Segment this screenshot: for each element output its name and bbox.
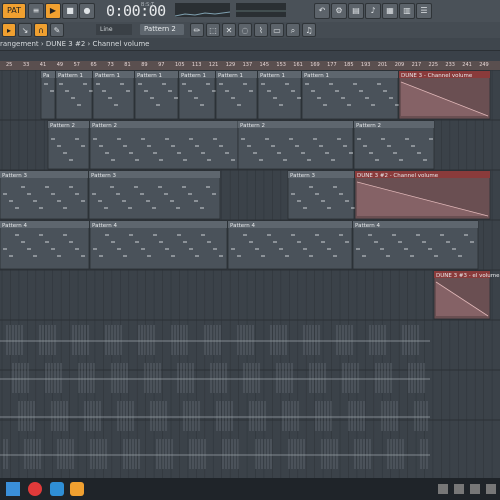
draw-tool-icon[interactable]: ✏: [190, 23, 204, 37]
ruler-mark: 33: [22, 62, 30, 68]
ruler-mark: 177: [327, 62, 337, 68]
playlist-toolbar: ▸ ↘ ∩ ✎ Line Pattern 2 ✏ ⬚ ✕ ◌ ⌇ ▭ ⌕ ♫: [0, 22, 500, 39]
oscilloscope-graph: [236, 10, 286, 12]
ruler-mark: 137: [242, 62, 253, 68]
ruler-mark: 201: [377, 62, 388, 68]
ruler-mark: 97: [158, 62, 165, 68]
ruler-mark: 225: [428, 62, 439, 68]
ruler-mark: 233: [445, 62, 455, 68]
playback-tool-icon[interactable]: ♫: [302, 23, 316, 37]
clip-label: Pattern 2: [356, 123, 381, 129]
zoom-tool-icon[interactable]: ⌕: [286, 23, 300, 37]
record-icon[interactable]: ●: [79, 3, 95, 19]
ruler-mark: 81: [124, 62, 131, 68]
clip-label: Pattern 4: [355, 223, 381, 229]
time-units-label: B:S:T: [141, 2, 155, 8]
clip-label: Pattern 2: [92, 123, 117, 129]
clip-label: Pattern 1: [137, 73, 162, 79]
delete-tool-icon[interactable]: ✕: [222, 23, 236, 37]
menu-icon[interactable]: ≡: [28, 3, 44, 19]
ruler-mark: 153: [276, 62, 286, 68]
ruler-mark: 241: [462, 62, 472, 68]
oscilloscope-panel: [236, 3, 286, 17]
playlist-menu-icon[interactable]: ▸: [2, 23, 16, 37]
clip-label: Pattern 4: [230, 223, 256, 229]
channel-rack-icon[interactable]: ▥: [399, 3, 415, 19]
clip-label: Pattern 1: [58, 73, 83, 79]
cpu-monitor: [174, 3, 231, 17]
clip-label: Pattern 3: [290, 173, 316, 179]
ruler-mark: 113: [191, 62, 202, 68]
magnet-icon[interactable]: ∩: [34, 23, 48, 37]
ruler-mark: 41: [39, 62, 47, 68]
song-position-time: 0:00:00: [106, 2, 166, 20]
ruler-mark: 57: [73, 62, 80, 68]
clip-label: DUNE 3 #3 - el volume: [436, 273, 500, 279]
ruler-mark: 217: [411, 62, 422, 68]
main-toolbar: PAT ≡ ▶ ■ ● 0:00:00 B:S:T ↶ ⚙ ▤ ♪ ▦ ▥ ☰: [0, 0, 500, 23]
network-icon: [454, 484, 464, 494]
ruler-mark: 89: [141, 62, 148, 68]
clip-label: Pattern 1: [304, 73, 329, 79]
volume-icon: [470, 484, 480, 494]
clip-label: Pattern 4: [92, 223, 118, 229]
clip-label: Pattern 1: [181, 73, 206, 79]
stop-icon[interactable]: ■: [62, 3, 78, 19]
ruler-mark: 249: [479, 62, 489, 68]
pattern-selector[interactable]: Pattern 2: [140, 24, 184, 35]
start-icon[interactable]: [6, 482, 20, 496]
ruler-mark: 161: [293, 62, 303, 68]
ruler-mark: 129: [225, 62, 236, 68]
clip-label: Pattern 4: [2, 223, 28, 229]
clip-label: Pattern 1: [218, 73, 243, 79]
breadcrumb: rangement › DUNE 3 #2 › Channel volume: [0, 38, 500, 51]
clip-label: Pattern 3: [2, 173, 28, 179]
os-taskbar: [0, 478, 500, 500]
clip-label: Pattern 2: [50, 123, 75, 129]
select-tool-icon[interactable]: ▭: [270, 23, 284, 37]
ruler-mark: 73: [107, 62, 114, 68]
ruler-mark: 145: [259, 62, 270, 68]
clip-label: Pattern 1: [260, 73, 285, 79]
pencil-icon[interactable]: ✎: [50, 23, 64, 37]
playlist-canvas[interactable]: Pa Pattern 1 Pattern 1 Pattern 1 Pattern 1 Pa…: [0, 69, 500, 478]
play-icon[interactable]: ▶: [45, 3, 61, 19]
playlist-icon[interactable]: ▤: [348, 3, 364, 19]
notification-icon: [486, 484, 496, 494]
app-icon[interactable]: [50, 482, 64, 496]
paint-tool-icon[interactable]: ⬚: [206, 23, 220, 37]
ruler-mark: 49: [56, 62, 64, 68]
clip-label: Pattern 3: [91, 173, 117, 179]
clip-label: Pattern 2: [240, 123, 265, 129]
clip-label: DUNE 3 - Channel volume: [401, 73, 473, 79]
ruler-mark: 105: [175, 62, 185, 68]
ruler-mark: 209: [394, 62, 405, 68]
undo-icon[interactable]: ↶: [314, 3, 330, 19]
fl-studio-icon[interactable]: [70, 482, 84, 496]
playlist-arrangement[interactable]: Pa Pattern 1 Pattern 1 Pattern 1 Pattern 1 Pa…: [0, 69, 500, 478]
gear-icon[interactable]: ⚙: [331, 3, 347, 19]
clip-label: Pattern 1: [95, 73, 120, 79]
mixer-icon[interactable]: ▦: [382, 3, 398, 19]
timeline-ruler[interactable]: 25 33 41 49 57 65 73 81 89 97 105 113 121 129 137 145 15…: [0, 61, 500, 70]
monitor-graph: [174, 11, 231, 17]
ruler-mark: 185: [344, 62, 354, 68]
piano-roll-icon[interactable]: ♪: [365, 3, 381, 19]
ruler-mark: 25: [6, 62, 13, 68]
browser-icon[interactable]: ☰: [416, 3, 432, 19]
snap-mode-select[interactable]: Line: [96, 24, 132, 35]
ruler-mark: 193: [360, 62, 371, 68]
mute-tool-icon[interactable]: ◌: [238, 23, 252, 37]
slice-tool-icon[interactable]: ⌇: [254, 23, 268, 37]
browser-icon[interactable]: [28, 482, 42, 496]
keyboard-icon: [438, 484, 448, 494]
clip-label: DUNE 3 #2 - Channel volume: [357, 173, 439, 179]
clip-label: Pa: [43, 73, 49, 79]
ruler-mark: 65: [90, 62, 97, 68]
ruler-mark: 121: [208, 62, 219, 68]
pattern-song-toggle[interactable]: PAT: [2, 3, 26, 19]
arrow-icon[interactable]: ↘: [18, 23, 32, 37]
ruler-mark: 169: [310, 62, 320, 68]
